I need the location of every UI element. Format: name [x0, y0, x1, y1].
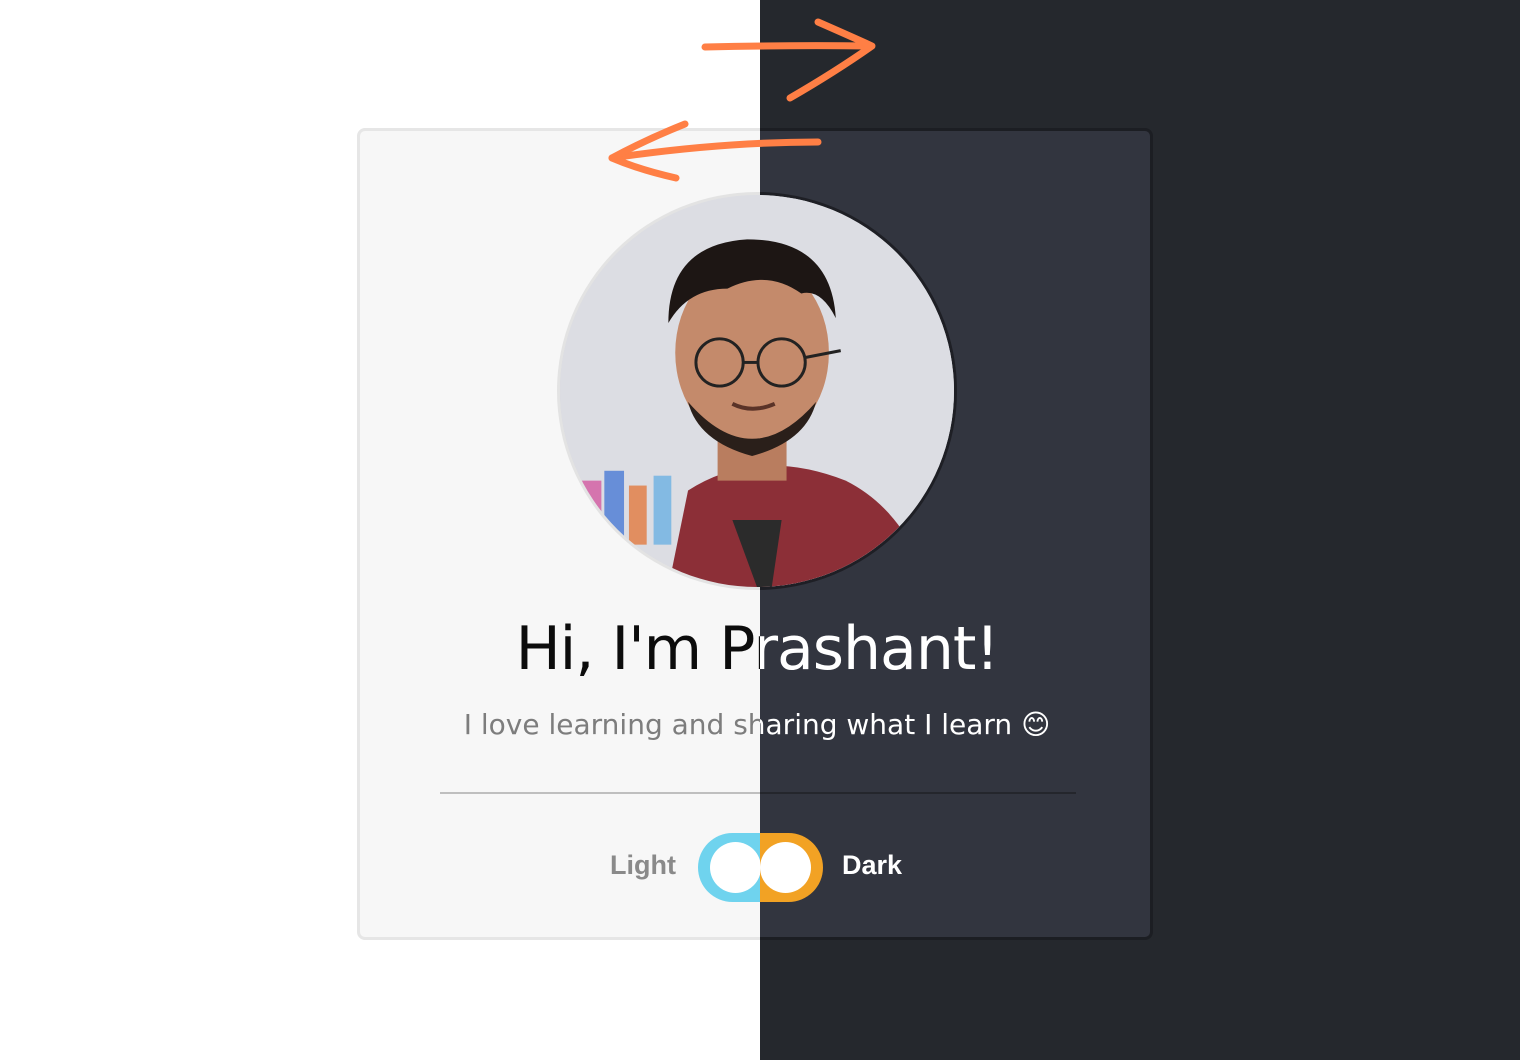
light-label: Light [610, 850, 676, 880]
toggle-knob [710, 842, 760, 893]
dark-label-dark: Dark [842, 850, 903, 880]
toggle-knob-dark [760, 842, 811, 893]
